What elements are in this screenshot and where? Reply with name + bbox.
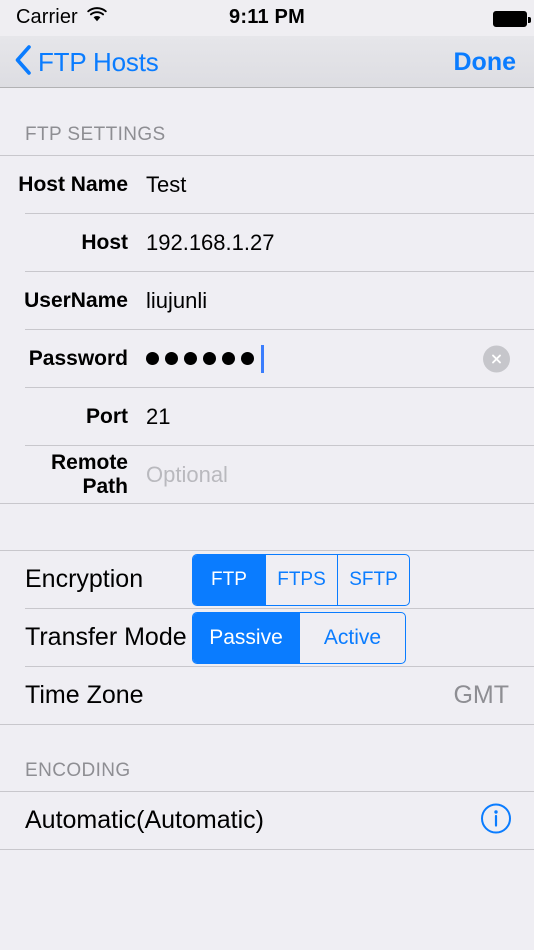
host-name-input[interactable]: Test xyxy=(146,172,186,198)
battery-icon xyxy=(493,11,531,27)
info-circle-icon[interactable] xyxy=(480,802,512,839)
encryption-segmented-control[interactable]: FTP FTPS SFTP xyxy=(192,553,410,606)
settings-list: FTP SETTINGS Host Name Test Host 192.168… xyxy=(0,89,534,850)
field-label: UserName xyxy=(24,288,128,312)
field-label: Host xyxy=(81,230,128,254)
section-header-encoding: ENCODING xyxy=(25,760,131,781)
field-row-host-name[interactable]: Host Name Test xyxy=(0,156,534,213)
time-zone-label: Time Zone xyxy=(25,681,144,709)
host-input[interactable]: 192.168.1.27 xyxy=(146,230,274,256)
status-bar-clock: 9:11 PM xyxy=(229,6,305,28)
chevron-left-icon xyxy=(14,44,32,80)
segment-active[interactable]: Active xyxy=(299,612,405,663)
segment-ftps[interactable]: FTPS xyxy=(265,554,337,605)
password-dot xyxy=(146,352,159,365)
segment-sftp[interactable]: SFTP xyxy=(337,554,409,605)
field-row-remote-path[interactable]: Remote Path Optional xyxy=(0,446,534,503)
field-row-port[interactable]: Port 21 xyxy=(0,388,534,445)
field-row-host[interactable]: Host 192.168.1.27 xyxy=(0,214,534,271)
field-label: Host Name xyxy=(18,172,128,196)
row-encoding-automatic[interactable]: Automatic(Automatic) xyxy=(0,792,534,849)
port-input[interactable]: 21 xyxy=(146,404,170,430)
password-dot xyxy=(222,352,235,365)
remote-path-input[interactable]: Optional xyxy=(146,462,228,488)
field-label: Port xyxy=(86,404,128,428)
field-label: Password xyxy=(28,346,128,370)
option-row-encryption: Encryption FTP FTPS SFTP xyxy=(0,551,534,608)
password-dot xyxy=(184,352,197,365)
password-dot xyxy=(203,352,216,365)
encryption-label: Encryption xyxy=(25,565,144,593)
field-label: Remote Path xyxy=(50,450,128,498)
field-row-password[interactable]: Password xyxy=(0,330,534,387)
option-row-transfer-mode: Transfer Mode Passive Active xyxy=(0,609,534,666)
transfer-mode-label: Transfer Mode xyxy=(25,623,187,651)
option-row-time-zone[interactable]: Time Zone GMT xyxy=(0,667,534,724)
navigation-bar: FTP Hosts Done xyxy=(0,36,534,88)
text-cursor xyxy=(261,344,264,373)
back-button-label: FTP Hosts xyxy=(38,46,159,77)
segment-ftp[interactable]: FTP xyxy=(193,554,265,605)
transfer-mode-segmented-control[interactable]: Passive Active xyxy=(192,611,406,664)
section-header-ftp-settings: FTP SETTINGS xyxy=(25,124,166,145)
time-zone-value: GMT xyxy=(453,681,509,709)
separator xyxy=(0,849,534,850)
status-bar: Carrier 9:11 PM xyxy=(0,0,534,36)
segment-passive[interactable]: Passive xyxy=(193,612,299,663)
encoding-label: Automatic(Automatic) xyxy=(25,806,264,834)
clear-text-icon[interactable] xyxy=(483,345,510,372)
done-button[interactable]: Done xyxy=(454,36,517,88)
back-button[interactable]: FTP Hosts xyxy=(14,36,159,88)
password-dot xyxy=(241,352,254,365)
username-input[interactable]: liujunli xyxy=(146,288,207,314)
field-row-username[interactable]: UserName liujunli xyxy=(0,272,534,329)
password-input[interactable] xyxy=(146,344,264,373)
password-dot xyxy=(165,352,178,365)
ftp-host-edit-screen: Carrier 9:11 PM FTP Hosts Done FTP SETTI… xyxy=(0,0,534,950)
